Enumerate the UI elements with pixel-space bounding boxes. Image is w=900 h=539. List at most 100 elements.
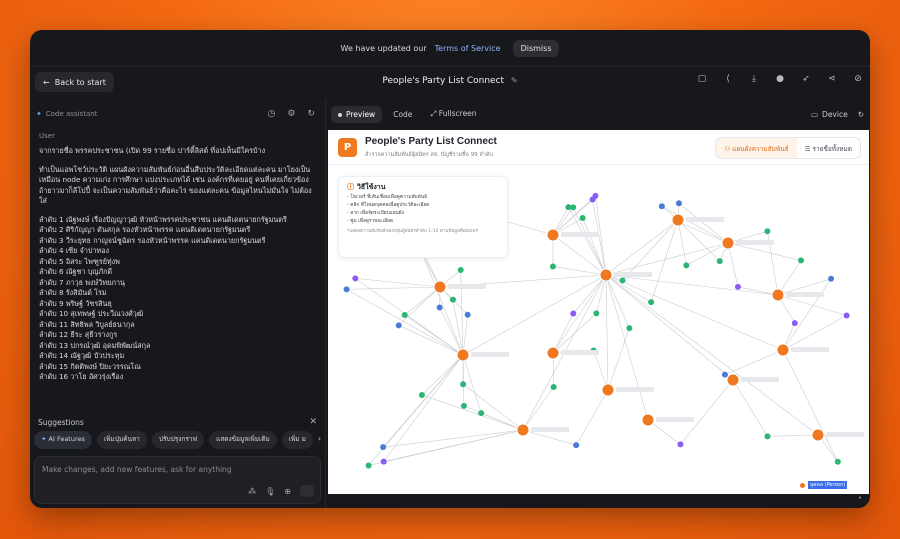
list-item: ลำดับ 4 เซีย จำปาทอง	[39, 246, 110, 255]
candidate-list: ลำดับ 1 ณัฐพงษ์ เรืองปัญญาวุฒิ หัวหน้าพร…	[39, 215, 316, 383]
graph-edge	[383, 429, 524, 462]
how-to-title-text: วิธีใช้งาน	[357, 183, 386, 191]
tab-preview[interactable]: Preview	[331, 105, 383, 123]
github-icon[interactable]: ●	[774, 74, 786, 84]
graph-node[interactable]	[716, 258, 723, 265]
graph-node[interactable]	[834, 458, 841, 465]
reload-icon[interactable]: ↻	[858, 110, 864, 119]
graph-node[interactable]	[797, 257, 804, 264]
tab-fullscreen[interactable]: ⤢ Fullscreen	[423, 105, 483, 123]
person-node[interactable]	[641, 413, 655, 427]
chip-show-more[interactable]: แสดงข้อมูลเพิ่มเติม	[209, 431, 277, 449]
graph-node[interactable]	[593, 310, 600, 317]
magic-wand-icon[interactable]: ⁂	[248, 487, 256, 496]
person-node[interactable]	[516, 423, 530, 437]
monitor-icon: ▭	[810, 109, 819, 119]
graph-node[interactable]	[550, 384, 557, 391]
graph-node[interactable]	[677, 441, 684, 448]
view-list-button[interactable]: ☰ รายชื่อทั้งหมด	[797, 138, 860, 158]
person-node[interactable]	[601, 383, 615, 397]
list-item: ลำดับ 13 ปกรณ์วุฒิ อุดมพิพัฒน์สกุล	[39, 340, 151, 350]
device-selector[interactable]: ▭ Device	[811, 110, 848, 119]
graph-node[interactable]	[648, 299, 655, 306]
person-node[interactable]	[546, 346, 560, 360]
graph-node[interactable]	[418, 391, 425, 398]
clipboard-icon[interactable]: ▢	[696, 74, 708, 84]
graph-node[interactable]	[683, 262, 690, 269]
graph-node[interactable]	[343, 286, 350, 293]
tab-code[interactable]: Code	[386, 106, 419, 123]
chevron-up-icon[interactable]: ˄	[858, 496, 862, 505]
person-node[interactable]	[721, 236, 735, 250]
graph-node[interactable]	[395, 322, 402, 329]
graph-node[interactable]	[658, 203, 665, 210]
graph-node[interactable]	[828, 275, 835, 282]
chip-ai-features[interactable]: ✦ AI Features	[34, 431, 92, 449]
info-icon: ⓘ	[347, 183, 354, 191]
prompt-input[interactable]: Make changes, add new features, ask for …	[34, 456, 321, 504]
view-graph-button[interactable]: ⚇ แผนผังความสัมพันธ์	[716, 138, 797, 158]
person-node[interactable]	[671, 213, 685, 227]
graph-node[interactable]	[843, 312, 850, 319]
graph-edge	[398, 286, 441, 326]
person-node[interactable]	[433, 280, 447, 294]
how-to-title: ⓘ วิธีใช้งาน	[347, 182, 499, 193]
person-node[interactable]	[811, 428, 825, 442]
graph-node[interactable]	[764, 228, 771, 235]
person-node[interactable]	[726, 373, 740, 387]
pencil-icon[interactable]: ✎	[511, 76, 518, 85]
send-button[interactable]	[300, 485, 314, 497]
graph-node[interactable]	[570, 310, 577, 317]
graph-node[interactable]	[460, 402, 467, 409]
graph-node[interactable]	[721, 371, 728, 378]
share-icon[interactable]: ⟨	[722, 74, 734, 84]
person-node[interactable]	[456, 348, 470, 362]
graph-node[interactable]	[460, 381, 467, 388]
refresh-icon[interactable]: ↻	[307, 109, 315, 119]
chip-add-search[interactable]: เพิ่มปุ่มค้นหา	[96, 431, 147, 449]
microphone-icon[interactable]: 🎙	[265, 487, 275, 496]
graph-node[interactable]	[365, 462, 372, 469]
dismiss-button[interactable]: Dismiss	[512, 39, 560, 57]
person-node[interactable]	[771, 288, 785, 302]
graph-node[interactable]	[764, 433, 771, 440]
graph-edge	[439, 307, 464, 356]
settings-icon[interactable]: ⚙	[287, 109, 295, 119]
graph-node[interactable]	[579, 215, 586, 222]
graph-node[interactable]	[675, 200, 682, 207]
terms-link[interactable]: Terms of Service	[435, 44, 501, 53]
chip-improve-graph[interactable]: ปรับปรุงกราฟ	[151, 431, 205, 449]
download-icon[interactable]: ⤓	[748, 74, 760, 84]
rocket-icon[interactable]: ➶	[800, 74, 812, 84]
history-icon[interactable]: ◷	[268, 109, 276, 119]
graph-node[interactable]	[589, 196, 596, 203]
graph-node[interactable]	[573, 442, 580, 449]
graph-node[interactable]	[791, 320, 798, 327]
graph-node[interactable]	[464, 311, 471, 318]
share-alt-icon[interactable]: ⋖	[826, 74, 838, 84]
close-icon[interactable]: ✕	[309, 417, 317, 427]
graph-node[interactable]	[352, 275, 359, 282]
chevron-right-icon[interactable]: ›	[318, 431, 321, 449]
graph-node[interactable]	[380, 444, 387, 451]
eye-off-icon[interactable]: ⊘	[852, 74, 864, 84]
person-node[interactable]	[546, 228, 560, 242]
person-node[interactable]	[599, 268, 613, 282]
graph-node[interactable]	[734, 283, 741, 290]
graph-node[interactable]	[626, 325, 633, 332]
graph-node[interactable]	[565, 204, 572, 211]
preview-tabs: Preview Code ⤢ Fullscreen ▭ Device ↻	[327, 100, 870, 128]
graph-node[interactable]	[478, 410, 485, 417]
graph-edge	[404, 286, 441, 316]
graph-node[interactable]	[619, 277, 626, 284]
graph-node[interactable]	[449, 296, 456, 303]
graph-node[interactable]	[401, 312, 408, 319]
graph-node[interactable]	[380, 458, 387, 465]
graph-edge	[678, 203, 729, 244]
plus-icon[interactable]: ⊕	[284, 487, 291, 496]
chip-add-more[interactable]: เพิ่ม ม	[281, 431, 313, 449]
person-node[interactable]	[776, 343, 790, 357]
graph-node[interactable]	[436, 304, 443, 311]
graph-node[interactable]	[549, 263, 556, 270]
graph-node[interactable]	[457, 266, 464, 273]
